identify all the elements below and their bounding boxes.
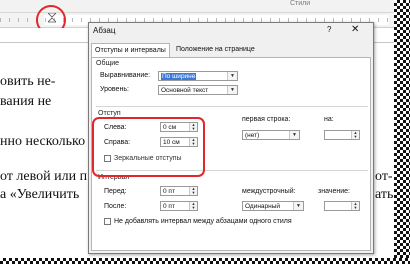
alignment-label: Выравнивание: — [100, 72, 151, 79]
alignment-select[interactable]: По ширине ▼ — [158, 71, 238, 81]
doc-line-fragment: от- — [375, 169, 393, 184]
level-select[interactable]: Основной текст ▼ — [158, 85, 238, 95]
line-spacing-select[interactable]: Одинарный ▼ — [242, 201, 304, 211]
tab-page-position[interactable]: Положение на странице — [173, 43, 258, 56]
line-spacing-value: Одинарный — [245, 203, 281, 210]
by-label: на: — [324, 116, 334, 123]
after-spacing-value: 0 пт — [163, 203, 175, 210]
section-indent: Отступ — [98, 110, 121, 117]
first-line-label: первая строка: — [242, 116, 291, 123]
before-spacing-value: 0 пт — [163, 188, 175, 195]
doc-line: нно несколько — [0, 134, 86, 149]
help-button[interactable]: ? — [327, 25, 331, 34]
value-label: значение: — [318, 188, 350, 195]
highlight-rectangle — [92, 117, 205, 177]
chevron-down-icon: ▼ — [289, 131, 299, 139]
section-general: Общие — [96, 60, 120, 67]
after-spacing-input[interactable]: 0 пт ▲ ▼ — [160, 201, 198, 211]
line-spacing-label: междустрочный: — [242, 188, 296, 195]
chevron-down-icon: ▼ — [293, 202, 303, 210]
level-label: Уровень: — [100, 86, 129, 93]
alignment-value: По ширине — [161, 73, 197, 80]
dialog-title: Абзац — [93, 26, 116, 35]
styles-group-label: Стили — [290, 0, 311, 7]
doc-line-fragment: ать — [375, 187, 394, 202]
doc-line: овить не- — [0, 74, 56, 89]
no-add-spacing-checkbox[interactable] — [104, 218, 111, 225]
spinner-icon[interactable]: ▲ ▼ — [351, 202, 359, 210]
first-line-by-input[interactable]: ▲ ▼ — [324, 130, 360, 140]
first-line-value: (нет) — [245, 132, 260, 139]
before-label: Перед: — [104, 188, 127, 195]
spinner-icon[interactable]: ▲ ▼ — [351, 131, 359, 139]
close-button[interactable]: ✕ — [351, 24, 359, 35]
doc-line: а «Увеличить — [0, 187, 80, 202]
dialog-tabs: Отступы и интервалы Положение на страниц… — [91, 43, 371, 58]
after-label: После: — [104, 203, 127, 210]
line-spacing-value-input[interactable]: ▲ ▼ — [324, 201, 360, 211]
tab-indents-spacing[interactable]: Отступы и интервалы — [91, 43, 170, 58]
no-add-spacing-label: Не добавлять интервал между абзацами одн… — [114, 218, 292, 225]
section-divider — [96, 106, 368, 107]
doc-line: от левой или п — [0, 169, 88, 184]
spinner-icon[interactable]: ▲ ▼ — [189, 202, 197, 210]
chevron-down-icon: ▼ — [227, 86, 237, 94]
before-spacing-input[interactable]: 0 пт ▲ ▼ — [160, 186, 198, 196]
doc-line: вания не — [0, 94, 52, 109]
decorative-border-right — [394, 0, 410, 264]
spinner-icon[interactable]: ▲ ▼ — [189, 187, 197, 195]
level-value: Основной текст — [161, 87, 209, 94]
decorative-border-bottom — [0, 258, 410, 264]
chevron-down-icon: ▼ — [227, 72, 237, 80]
first-line-select[interactable]: (нет) ▼ — [242, 130, 300, 140]
